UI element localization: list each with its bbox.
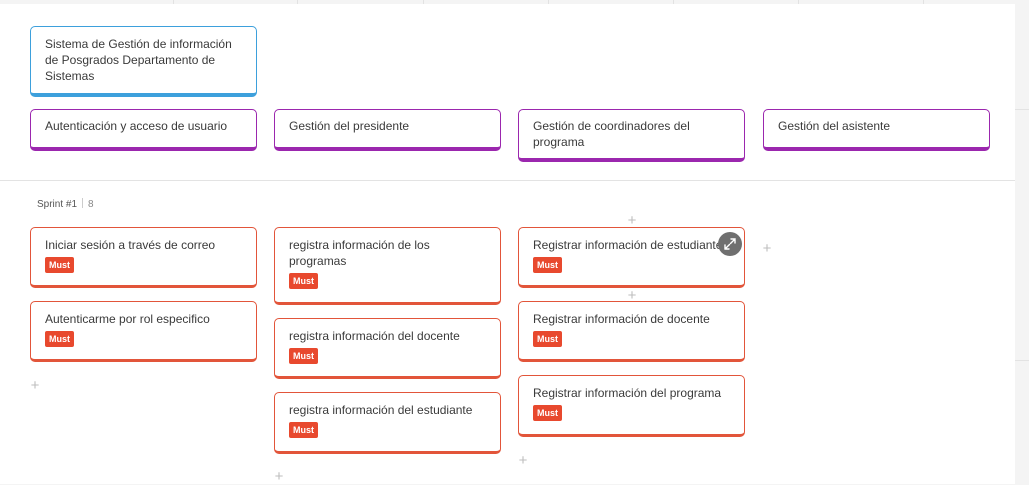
priority-tag: Must <box>533 331 562 347</box>
activity-card-label: Gestión de coordinadores del programa <box>533 119 690 149</box>
priority-tag: Must <box>289 273 318 289</box>
priority-tag: Must <box>289 348 318 364</box>
sprint-name: Sprint #1 <box>37 199 78 210</box>
goal-card-title: Sistema de Gestión de información de Pos… <box>45 37 232 83</box>
story-card-title: registra información del docente <box>289 329 460 343</box>
story-card-title: Iniciar sesión a través de correo <box>45 238 216 252</box>
divider <box>82 198 84 208</box>
story-card-title: Autenticarme por rol especifico <box>45 312 210 326</box>
story-card-title: Registrar información del programa <box>533 386 722 400</box>
story-card[interactable]: registra información de los programas Mu… <box>274 227 501 305</box>
grid-mark <box>1015 360 1029 361</box>
story-card[interactable]: registra información del docente Must <box>274 318 501 379</box>
priority-tag: Must <box>533 257 562 273</box>
add-icon[interactable]: + <box>273 469 285 484</box>
add-icon[interactable]: + <box>761 241 773 256</box>
goal-card[interactable]: Sistema de Gestión de información de Pos… <box>30 26 257 97</box>
activity-card-authentication[interactable]: Autenticación y acceso de usuario <box>30 109 257 151</box>
activity-card-assistant[interactable]: Gestión del asistente <box>763 109 990 151</box>
sprint-separator <box>0 180 1015 181</box>
sprint-story-count: 8 <box>88 199 94 210</box>
add-icon[interactable]: + <box>29 378 41 393</box>
story-card-title: Registrar información de docente <box>533 312 710 326</box>
story-card[interactable]: registra información del estudiante Must <box>274 392 501 454</box>
activity-card-coordinators[interactable]: Gestión de coordinadores del programa <box>518 109 745 162</box>
activity-card-label: Gestión del asistente <box>778 119 891 133</box>
activity-card-president[interactable]: Gestión del presidente <box>274 109 501 151</box>
activity-card-label: Gestión del presidente <box>289 119 410 133</box>
story-card[interactable]: Registrar información de estudiante Must <box>518 227 745 288</box>
priority-tag: Must <box>289 422 318 438</box>
story-card[interactable]: Registrar información de docente Must <box>518 301 745 362</box>
story-card[interactable]: Autenticarme por rol especifico Must <box>30 301 257 362</box>
story-card[interactable]: Iniciar sesión a través de correo Must <box>30 227 257 288</box>
expand-icon[interactable] <box>718 232 742 256</box>
story-card-title: Registrar información de estudiante <box>533 238 723 252</box>
priority-tag: Must <box>45 257 74 273</box>
priority-tag: Must <box>533 405 562 421</box>
priority-tag: Must <box>45 331 74 347</box>
story-card-title: registra información del estudiante <box>289 403 473 417</box>
story-card-title: registra información de los programas <box>289 238 430 268</box>
expand-arrows-icon <box>724 238 736 250</box>
sprint-label[interactable]: Sprint #1 8 <box>37 198 94 210</box>
activity-card-label: Autenticación y acceso de usuario <box>45 119 228 133</box>
add-icon[interactable]: + <box>517 453 529 468</box>
story-card[interactable]: Registrar información del programa Must <box>518 375 745 437</box>
add-icon[interactable]: + <box>626 213 638 228</box>
grid-mark <box>1015 109 1029 110</box>
